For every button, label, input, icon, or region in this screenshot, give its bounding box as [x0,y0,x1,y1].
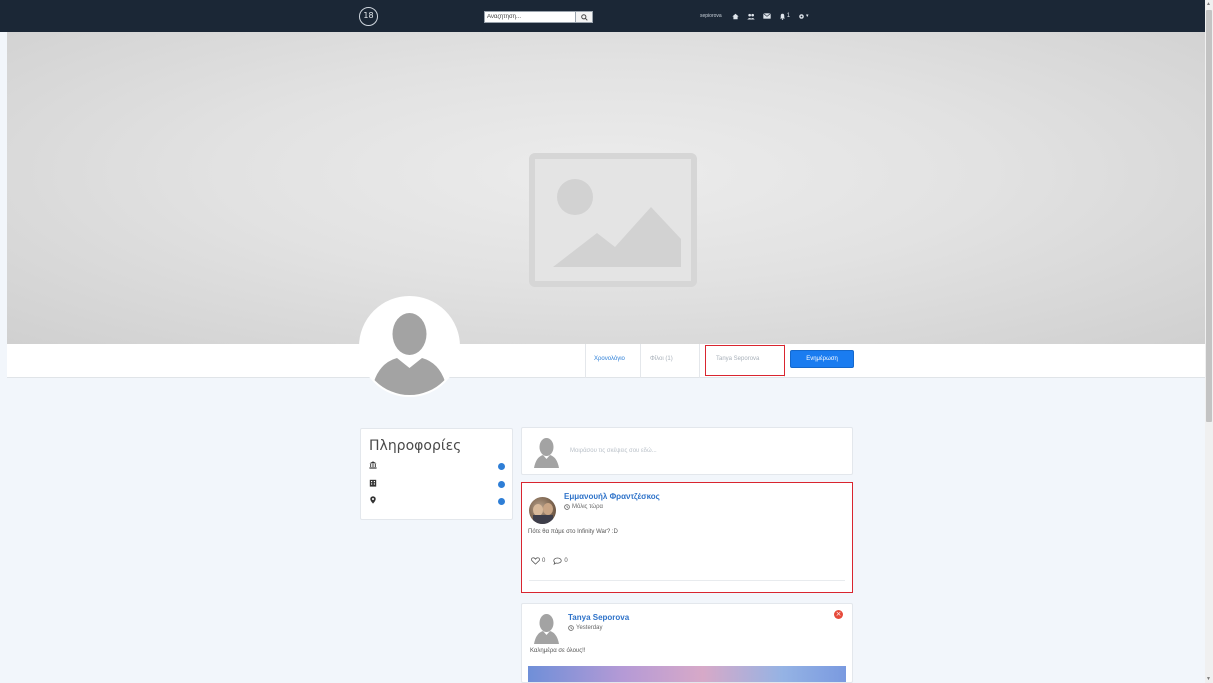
cover-photo[interactable] [7,32,1205,344]
top-navbar: 18 sepiorova [0,0,1205,32]
post-divider [529,580,845,581]
building-icon [369,479,377,487]
post-time-text: Μόλις τώρα [572,504,603,510]
post-time: Yesterday [568,625,602,631]
messages-icon[interactable] [762,13,771,19]
scrollbar-thumb[interactable] [1206,10,1212,422]
nav-right-group: sepiorova 1 ▾ [700,9,809,23]
delete-post-icon[interactable]: × [834,610,843,619]
site-logo[interactable]: 18 [359,7,378,26]
post-text: Καλημέρα σε όλους!! [530,648,586,654]
clock-icon [568,625,574,631]
tab-timeline[interactable]: Χρονολόγιο [594,356,625,362]
tab-friends[interactable]: Φίλοι (1) [650,356,673,362]
home-icon[interactable] [732,13,739,20]
edit-work-button[interactable] [498,481,505,488]
tab-divider [699,344,700,378]
post-author[interactable]: Tanya Seporova [568,613,629,622]
search-icon [580,13,588,21]
search-input[interactable] [484,11,576,23]
info-title: Πληροφορίες [369,438,462,454]
edit-location-button[interactable] [498,498,505,505]
image-placeholder-icon [529,153,697,287]
notifications-bell[interactable]: 1 [779,13,790,20]
settings-menu[interactable]: ▾ [798,13,809,20]
author-avatar[interactable] [529,497,556,524]
tab-highlight-box [705,345,785,376]
chevron-down-icon: ▾ [806,13,809,19]
location-pin-icon [370,496,376,504]
composer-input[interactable]: Μοιράσου τις σκέψεις σου εδώ... [570,448,657,454]
comment-count: 0 [564,558,568,564]
edit-education-button[interactable] [498,463,505,470]
author-avatar-icon[interactable] [533,612,560,644]
composer-avatar-icon [534,438,559,468]
post-card: Εμμανουήλ Φραντζέσκος Μόλις τώρα Πότε θα… [521,482,853,593]
friends-icon[interactable] [747,13,755,20]
like-button[interactable]: 0 [531,557,545,565]
like-count: 0 [542,558,546,564]
post-text: Πότε θα πάμε στο Infinity War? :D [528,529,618,535]
info-panel: Πληροφορίες [360,428,513,520]
scroll-up-arrow[interactable]: ▲ [1206,1,1211,7]
search-button[interactable] [576,11,593,23]
user-silhouette-icon [361,298,458,395]
post-time: Μόλις τώρα [564,504,603,510]
post-image[interactable] [528,666,846,682]
page-scrollbar[interactable]: ▲ ▼ [1205,0,1213,683]
clock-icon [564,504,570,510]
tab-divider [585,344,586,378]
post-actions: 0 0 [531,557,568,565]
post-author[interactable]: Εμμανουήλ Φραντζέσκος [564,492,660,501]
post-card: Tanya Seporova Yesterday × Καλημέρα σε ό… [521,603,853,683]
comment-button[interactable]: 0 [553,557,568,565]
bank-icon [369,461,377,469]
profile-avatar[interactable] [359,296,460,397]
scroll-down-arrow[interactable]: ▼ [1206,676,1211,682]
search-bar [484,11,593,23]
heart-icon [531,557,540,565]
notification-count: 1 [786,13,791,19]
profile-tab-bar: Χρονολόγιο Φίλοι (1) Tanya Seporova [7,344,1205,378]
bell-icon [779,13,785,20]
post-composer[interactable]: Μοιράσου τις σκέψεις σου εδώ... [521,427,853,475]
nav-username[interactable]: sepiorova [700,13,722,19]
comment-icon [553,557,562,565]
update-button[interactable]: Ενημέρωση [790,350,854,368]
gear-icon [799,13,804,19]
tab-divider [640,344,641,378]
post-time-text: Yesterday [576,625,603,631]
